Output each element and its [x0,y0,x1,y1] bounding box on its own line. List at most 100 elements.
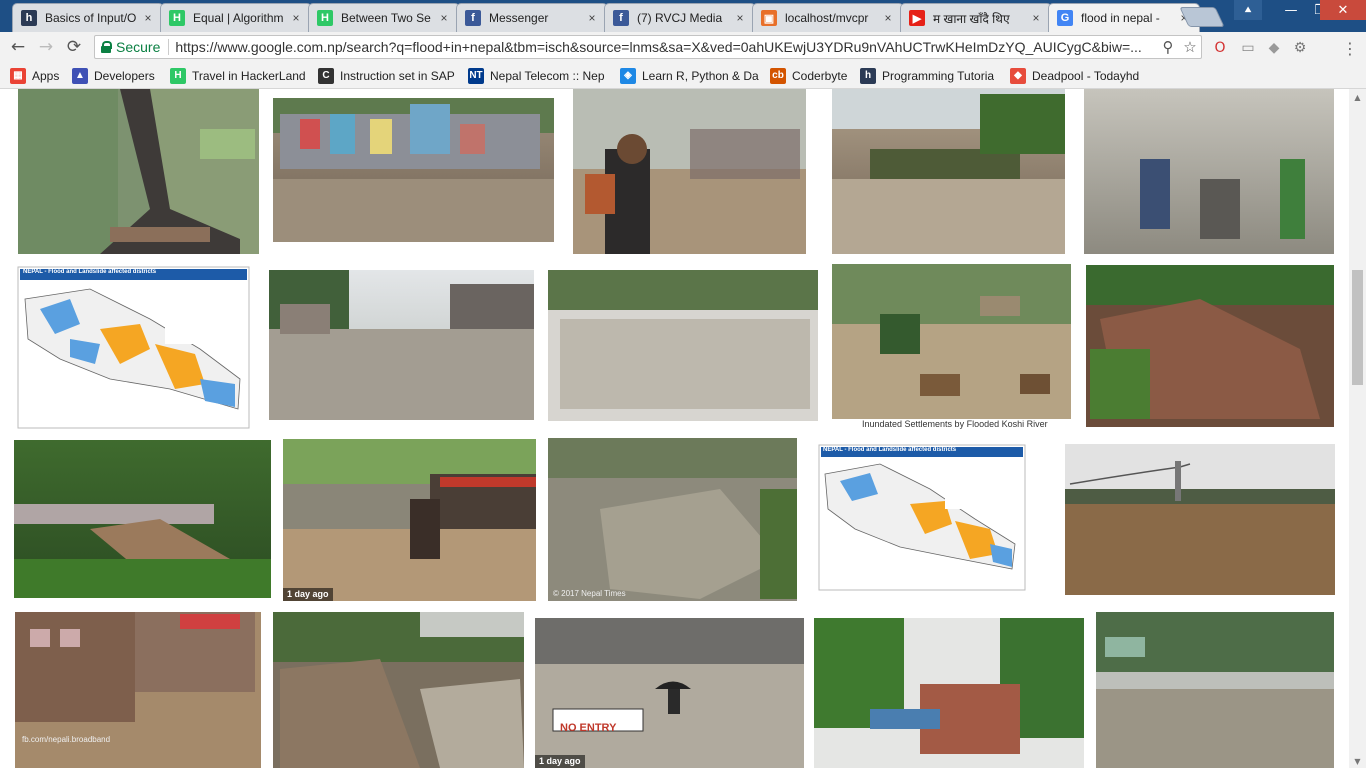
tab-close-icon[interactable]: × [881,11,895,25]
bookmark-learn-r-python-da[interactable]: ◈ Learn R, Python & Da [620,67,760,84]
tab-label: म खाना खाँदै थिए [933,11,1010,26]
thumbnails-canvas [14,89,1335,768]
scroll-up-icon[interactable]: ▲ [1349,90,1366,104]
bookmark-label: Deadpool - Todayhd [1032,68,1140,83]
tab-3[interactable]: f Messenger × [456,3,608,32]
bookmark-icon: C [318,67,334,84]
tab-6[interactable]: ▶ म खाना खाँदै थिए × [900,3,1052,32]
image-flooded-city-street[interactable] [15,612,261,768]
bookmark-label: Programming Tutoria [882,68,995,83]
image-people-on-broken-embankment[interactable] [832,89,1065,254]
image-nepal-affected-districts-map-2[interactable] [818,444,1026,591]
bookmark-label: Instruction set in SAP [340,68,455,83]
bookmark-label: Coderbyte [792,68,848,83]
minimize-button[interactable]: — [1276,0,1306,20]
scroll-down-icon[interactable]: ▼ [1349,754,1366,768]
image-people-in-debris[interactable] [1084,89,1334,254]
tab-1[interactable]: H Equal | Algorithm × [160,3,312,32]
tab-5[interactable]: ▣ localhost/mvcpr × [752,3,904,32]
tab-favicon-icon: h [21,10,37,26]
image-people-wading-street[interactable] [283,439,536,601]
bookmark-deadpool-todayhd[interactable]: ◆ Deadpool - Todayhd [1010,67,1150,84]
image-man-carrying-child[interactable] [573,89,806,254]
forward-button[interactable]: → [34,36,58,58]
zoom-icon[interactable]: ⚲ [1157,36,1179,58]
address-bar[interactable]: Secure https://www.google.com.np/search?… [94,35,1202,59]
map-title-2: NEPAL - Flood and Landslide affected dis… [823,447,957,453]
bookmark-coderbyte[interactable]: cb Coderbyte [770,67,850,84]
image-collapsed-riverbank[interactable] [273,612,524,768]
image-crowd-on-flooded-road[interactable] [18,89,259,254]
adblock-icon[interactable]: O [1210,38,1230,58]
tab-favicon-icon: f [613,10,629,26]
image-river-through-town[interactable] [269,270,534,420]
tab-close-icon[interactable]: × [437,11,451,25]
map-title: NEPAL - Flood and Landslide affected dis… [23,269,157,275]
tab-close-icon[interactable]: × [1029,11,1043,25]
url-text[interactable]: https://www.google.com.np/search?q=flood… [175,39,1157,55]
image-wide-river-flood[interactable] [548,270,818,421]
secure-label: Secure [116,39,170,55]
tab-label: Basics of Input/O [45,11,137,25]
image-nepal-affected-districts-map[interactable] [17,266,250,429]
back-button[interactable]: ← [6,36,30,58]
ext-4-icon[interactable]: ⚙ [1290,38,1310,58]
bookmark-nepal-telecom-nep[interactable]: NT Nepal Telecom :: Nep [468,67,608,84]
tab-favicon-icon: ▣ [761,10,777,26]
image-inundated-settlements[interactable] [832,264,1071,419]
image-results-grid: NEPAL - Flood and Landslide affected dis… [0,89,1366,768]
bookmark-travel-in-hackerland[interactable]: H Travel in HackerLand [170,67,310,84]
image-bridge-over-flood[interactable] [1065,444,1335,595]
image-house-in-flood[interactable] [814,618,1084,768]
ext-3-icon[interactable]: ◆ [1264,38,1284,58]
tab-4[interactable]: f (7) RVCJ Media × [604,3,756,32]
bookmark-icon: h [860,67,876,84]
bookmark-icon: cb [770,67,786,84]
tab-favicon-icon: f [465,10,481,26]
tab-7[interactable]: Gflood in nepal -× [1048,3,1200,32]
bookmark-icon: ▦ [10,67,26,84]
tab-close-icon[interactable]: × [289,11,303,25]
koshi-caption: Inundated Settlements by Flooded Koshi R… [862,419,1048,429]
image-man-with-umbrella[interactable] [535,618,804,768]
profile-button[interactable]: ⯅ [1234,0,1262,20]
bookmark-instruction-set-in-sap[interactable]: C Instruction set in SAP [318,67,458,84]
tab-label: localhost/mvcpr [785,11,869,25]
image-landslide-hillside[interactable] [1086,265,1334,427]
menu-icon[interactable]: ⋮ [1340,38,1360,58]
image-landslide-under-houses[interactable] [14,440,271,598]
tab-2[interactable]: H Between Two Se × [308,3,460,32]
bookmark-label: Nepal Telecom :: Nep [490,68,605,83]
tab-strip: h Basics of Input/O × H Equal | Algorithm × H B… [0,0,1366,32]
lock-icon [101,41,112,53]
image-valley-river-flood[interactable] [1096,612,1334,768]
bookmark-icon: H [170,67,186,84]
tab-close-icon[interactable]: × [141,11,155,25]
reload-button[interactable]: ⟳ [62,36,86,58]
bookmark-programming-tutoria[interactable]: h Programming Tutoria [860,67,1000,84]
bookmark-icon: ◈ [620,67,636,84]
tab-label: flood in nepal - [1081,11,1160,25]
bookmark-star-icon[interactable]: ☆ [1179,36,1201,58]
bookmark-apps[interactable]: ▦ Apps [10,67,65,84]
image-mudflow-gully[interactable] [548,438,797,601]
scrollbar[interactable] [1349,89,1366,768]
tab-close-icon[interactable]: × [733,11,747,25]
mud-watermark: © 2017 Nepal Times [553,589,626,598]
tab-label: Messenger [489,11,549,25]
ext-2-icon[interactable]: ▭ [1238,38,1258,58]
close-window-button[interactable]: ✕ [1320,0,1366,20]
tab-0[interactable]: h Basics of Input/O × [12,3,164,32]
tab-favicon-icon: H [317,10,333,26]
time-badge-1: 1 day ago [283,586,343,601]
bookmark-label: Travel in HackerLand [192,68,306,83]
scrollbar-thumb[interactable] [1352,270,1363,385]
image-houses-by-muddy-river[interactable] [273,98,554,242]
bookmark-developers[interactable]: ▲ Developers [72,67,162,84]
tab-close-icon[interactable]: × [585,11,599,25]
bookmarks-bar: ▦ Apps ▲ Developers H Travel in HackerLand C In… [0,62,1366,89]
tab-label: Equal | Algorithm [193,11,284,25]
bookmark-icon: NT [468,67,484,84]
bookmark-label: Developers [94,68,155,83]
browser-toolbar: ← → ⟳ Secure https://www.google.com.np/s… [0,32,1366,62]
